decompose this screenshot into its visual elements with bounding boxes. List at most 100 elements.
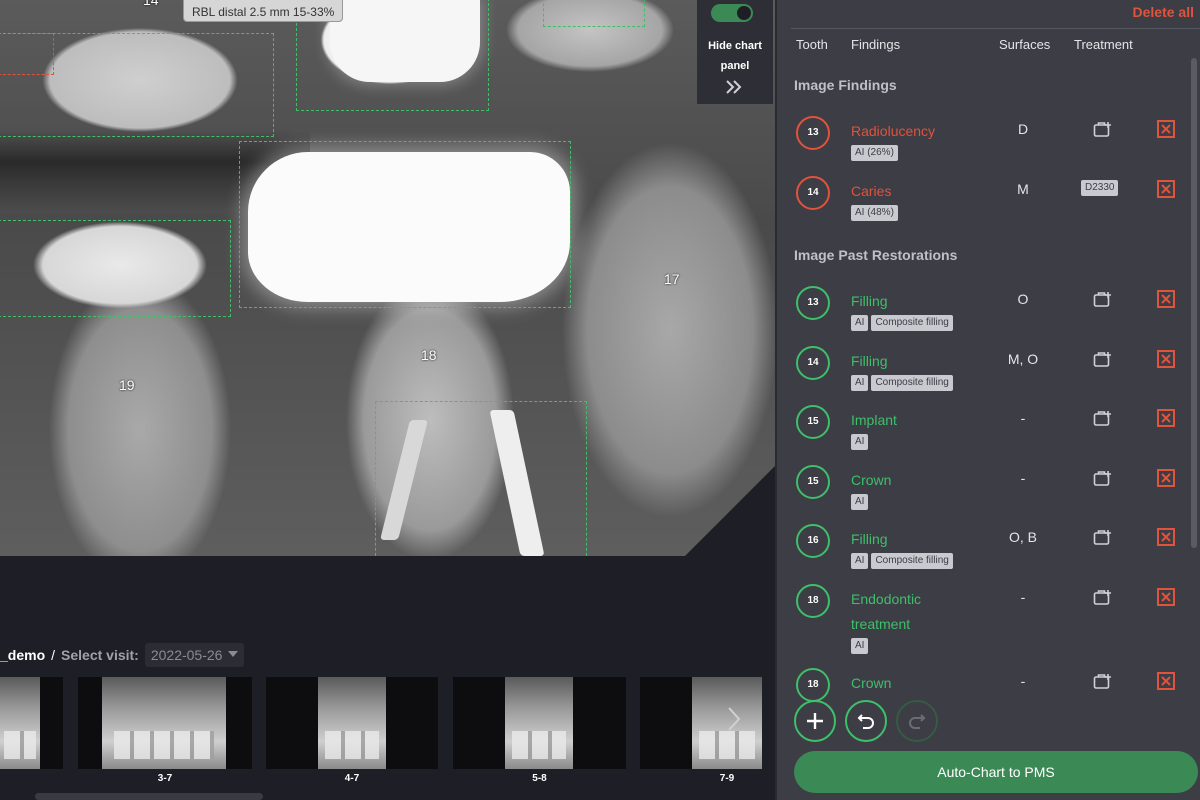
- delete-all-button[interactable]: Delete all: [1133, 4, 1194, 20]
- finding-row[interactable]: 13 Radiolucency AI (26%) D: [777, 116, 1187, 176]
- finding-row[interactable]: 14 Caries AI (48%) M D2330: [777, 176, 1187, 236]
- auto-chart-button[interactable]: Auto-Chart to PMS: [794, 751, 1198, 793]
- add-treatment-icon[interactable]: [1093, 120, 1113, 138]
- surfaces-value: -: [1020, 589, 1026, 605]
- delete-finding-icon[interactable]: [1157, 120, 1175, 138]
- redo-button[interactable]: [896, 700, 938, 742]
- toggle-knob: [737, 6, 751, 20]
- caret-down-icon: [228, 651, 239, 657]
- finding-tags: AI Composite filling: [851, 315, 953, 331]
- finding-name[interactable]: Implant: [851, 408, 951, 433]
- finding-tags: AI (26%): [851, 145, 898, 161]
- delete-finding-icon[interactable]: [1157, 409, 1175, 427]
- add-treatment-icon[interactable]: [1093, 672, 1113, 690]
- xray-thumbnail[interactable]: [78, 677, 252, 769]
- finding-tags: AI: [851, 434, 869, 450]
- finding-name[interactable]: Radiolucency: [851, 119, 951, 144]
- tooth-badge: 16: [796, 524, 830, 558]
- thumbnail-label: 5-8: [532, 773, 547, 784]
- finding-row[interactable]: 14 Filling AI Composite filling M, O: [777, 346, 1187, 406]
- treatment-code[interactable]: D2330: [1081, 180, 1119, 196]
- thumbnail-image: [102, 677, 226, 769]
- tooth-badge: 18: [796, 668, 830, 702]
- divider: [791, 28, 1200, 29]
- image-strip: _demo / Select visit: 2022-05-26 3-7 4-7…: [0, 556, 775, 800]
- restoration-box[interactable]: [543, 0, 645, 27]
- finding-tags: AI Composite filling: [851, 553, 953, 569]
- xray-thumbnail[interactable]: [453, 677, 626, 769]
- xray-thumbnail[interactable]: [640, 677, 762, 769]
- finding-name[interactable]: Caries: [851, 179, 951, 204]
- select-visit-label: Select visit:: [61, 647, 139, 663]
- finding-row[interactable]: 15 Implant AI -: [777, 405, 1187, 465]
- visit-selector-row: _demo / Select visit: 2022-05-26: [0, 642, 245, 668]
- undo-button[interactable]: [845, 700, 887, 742]
- chart-panel: Delete all Tooth Findings Surfaces Treat…: [775, 0, 1200, 800]
- breadcrumb-separator: /: [51, 647, 56, 663]
- restoration-box[interactable]: [0, 220, 231, 317]
- add-treatment-icon[interactable]: [1093, 528, 1113, 546]
- section-title-past-restorations: Image Past Restorations: [794, 247, 958, 263]
- chevron-right-icon[interactable]: [727, 706, 741, 739]
- restoration-box[interactable]: [239, 141, 571, 308]
- toggle-switch[interactable]: [711, 4, 753, 22]
- finding-row[interactable]: 15 Crown AI -: [777, 465, 1187, 525]
- ai-tag: Composite filling: [871, 553, 953, 569]
- xray-thumbnail[interactable]: [0, 677, 63, 769]
- finding-row[interactable]: 16 Filling AI Composite filling O, B: [777, 524, 1187, 584]
- ai-tag: AI (26%): [851, 145, 898, 161]
- finding-tags: AI Composite filling: [851, 375, 953, 391]
- double-chevron-right-icon[interactable]: [725, 78, 743, 99]
- patient-name: _demo: [0, 647, 46, 663]
- delete-finding-icon[interactable]: [1157, 180, 1175, 198]
- delete-finding-icon[interactable]: [1157, 469, 1175, 487]
- finding-name[interactable]: Filling: [851, 349, 951, 374]
- column-header-surfaces: Surfaces: [999, 37, 1051, 52]
- hide-chart-panel-label: Hide chart panel: [708, 40, 762, 72]
- delete-finding-icon[interactable]: [1157, 588, 1175, 606]
- thumbnail-label: 3-7: [157, 773, 173, 784]
- ai-tag: AI: [851, 375, 869, 391]
- tooth-badge: 14: [796, 346, 830, 380]
- delete-finding-icon[interactable]: [1157, 350, 1175, 368]
- ai-tag: Composite filling: [871, 315, 953, 331]
- delete-finding-icon[interactable]: [1157, 528, 1175, 546]
- finding-name[interactable]: Crown: [851, 671, 951, 696]
- ai-tag: AI: [851, 553, 869, 569]
- delete-finding-icon[interactable]: [1157, 672, 1175, 690]
- add-treatment-icon[interactable]: [1093, 469, 1113, 487]
- measurement-tooltip: RBL distal 2.5 mm 15-33%: [183, 0, 344, 22]
- chart-panel-toggle[interactable]: Hide chart panel: [697, 0, 773, 104]
- tooth-badge: 18: [796, 584, 830, 618]
- app-root: 14 19 18 17 RBL distal 2.5 mm 15-33% Hid…: [0, 0, 1200, 800]
- finding-name[interactable]: Crown: [851, 468, 951, 493]
- surfaces-value: -: [1020, 470, 1026, 486]
- horizontal-scrollbar[interactable]: [35, 793, 263, 800]
- finding-name[interactable]: Filling: [851, 527, 951, 552]
- add-treatment-icon[interactable]: [1093, 290, 1113, 308]
- tooth-number-label: 18: [421, 347, 437, 363]
- xray-viewer[interactable]: 14 19 18 17 RBL distal 2.5 mm 15-33% Hid…: [0, 0, 775, 556]
- finding-row[interactable]: 18 Endodontic treatment AI -: [777, 584, 1187, 654]
- surfaces-value: -: [1020, 410, 1026, 426]
- finding-row[interactable]: 18 Crown -: [777, 668, 1187, 728]
- restoration-box[interactable]: [375, 401, 587, 556]
- finding-name[interactable]: Endodontic treatment: [851, 587, 951, 637]
- add-treatment-icon[interactable]: [1093, 588, 1113, 606]
- finding-row[interactable]: 13 Filling AI Composite filling O: [777, 286, 1187, 346]
- add-treatment-icon[interactable]: [1093, 350, 1113, 368]
- vertical-scrollbar[interactable]: [1191, 58, 1197, 548]
- ai-tag: AI: [851, 494, 869, 510]
- add-button[interactable]: [794, 700, 836, 742]
- xray-thumbnail[interactable]: [266, 677, 438, 769]
- surfaces-value: M, O: [1007, 351, 1039, 367]
- delete-finding-icon[interactable]: [1157, 290, 1175, 308]
- surfaces-value: -: [1020, 673, 1026, 689]
- add-treatment-icon[interactable]: [1093, 409, 1113, 427]
- restoration-box[interactable]: [0, 33, 274, 137]
- section-title-image-findings: Image Findings: [794, 77, 897, 93]
- visit-dropdown[interactable]: 2022-05-26: [144, 643, 245, 667]
- finding-name[interactable]: Filling: [851, 289, 951, 314]
- column-header-treatment: Treatment: [1074, 37, 1133, 52]
- surfaces-value: O, B: [1008, 529, 1037, 545]
